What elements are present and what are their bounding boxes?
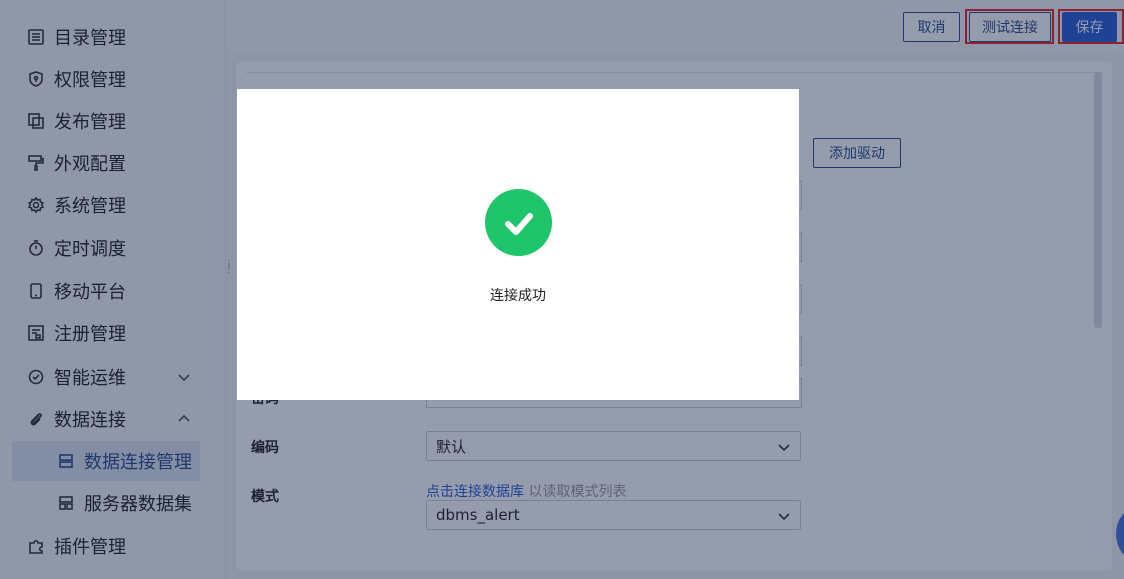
success-dialog: 连接成功 bbox=[237, 89, 799, 400]
dialog-message: 连接成功 bbox=[490, 288, 546, 304]
check-circle-icon bbox=[485, 189, 552, 256]
